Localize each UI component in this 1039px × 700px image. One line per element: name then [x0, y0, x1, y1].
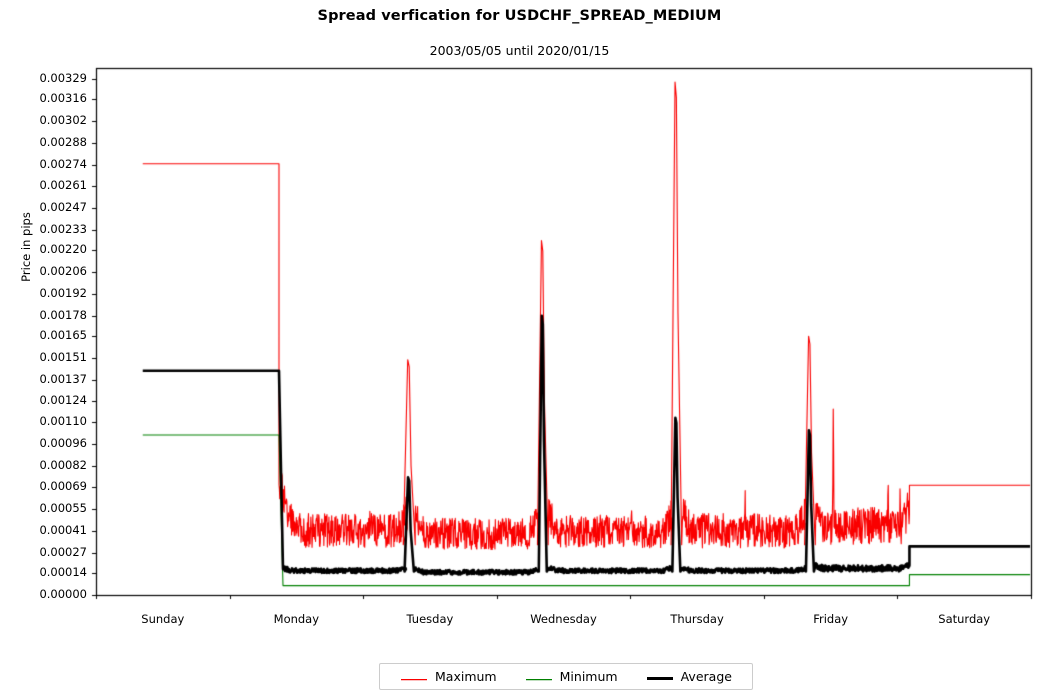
y-tick-label: 0.00082 — [39, 458, 87, 473]
y-tick-label: 0.00302 — [39, 113, 87, 128]
y-tick-label: 0.00329 — [39, 70, 87, 85]
y-tick-label: 0.00137 — [39, 372, 87, 387]
y-tick-label: 0.00096 — [39, 436, 87, 451]
y-tick-label: 0.00055 — [39, 500, 87, 515]
legend-swatch-icon — [525, 667, 553, 686]
legend-item-maximum[interactable]: Maximum — [400, 667, 497, 686]
legend-label: Minimum — [559, 669, 618, 684]
legend-swatch-icon — [646, 667, 674, 686]
y-tick-label: 0.00041 — [39, 522, 87, 537]
y-tick-label: 0.00316 — [39, 91, 87, 106]
x-tick-label: Saturday — [938, 612, 991, 626]
y-tick-label: 0.00178 — [39, 307, 87, 322]
x-tick-label: Wednesday — [530, 612, 597, 626]
y-tick-label: 0.00247 — [39, 199, 87, 214]
y-tick-label: 0.00151 — [39, 350, 87, 365]
y-tick-label: 0.00027 — [39, 544, 87, 559]
legend-label: Average — [680, 669, 732, 684]
y-tick-label: 0.00014 — [39, 565, 87, 580]
x-tick-label: Monday — [273, 612, 320, 626]
y-tick-label: 0.00124 — [39, 392, 87, 407]
y-tick-label: 0.00261 — [39, 177, 87, 192]
legend-label: Maximum — [435, 669, 497, 684]
chart-figure: Spread verfication for USDCHF_SPREAD_MED… — [0, 0, 1039, 700]
y-tick-label: 0.00110 — [39, 414, 87, 429]
y-tick-label: 0.00274 — [39, 157, 87, 172]
x-tick-label: Sunday — [141, 612, 185, 626]
legend-swatch-icon — [400, 667, 428, 686]
plot-area — [0, 0, 1039, 700]
y-tick-label: 0.00220 — [39, 241, 87, 256]
y-tick-label: 0.00069 — [39, 478, 87, 493]
y-tick-label: 0.00288 — [39, 135, 87, 150]
legend-item-average[interactable]: Average — [646, 667, 732, 686]
y-tick-label: 0.00233 — [39, 221, 87, 236]
chart-legend: Maximum Minimum Average — [379, 663, 753, 690]
x-tick-label: Thursday — [670, 612, 724, 626]
y-tick-label: 0.00165 — [39, 328, 87, 343]
x-tick-label: Tuesday — [406, 612, 454, 626]
y-tick-label: 0.00000 — [39, 587, 87, 601]
legend-item-minimum[interactable]: Minimum — [525, 667, 618, 686]
y-tick-label: 0.00206 — [39, 263, 87, 278]
y-tick-label: 0.00192 — [39, 285, 87, 300]
x-tick-label: Friday — [813, 612, 849, 626]
